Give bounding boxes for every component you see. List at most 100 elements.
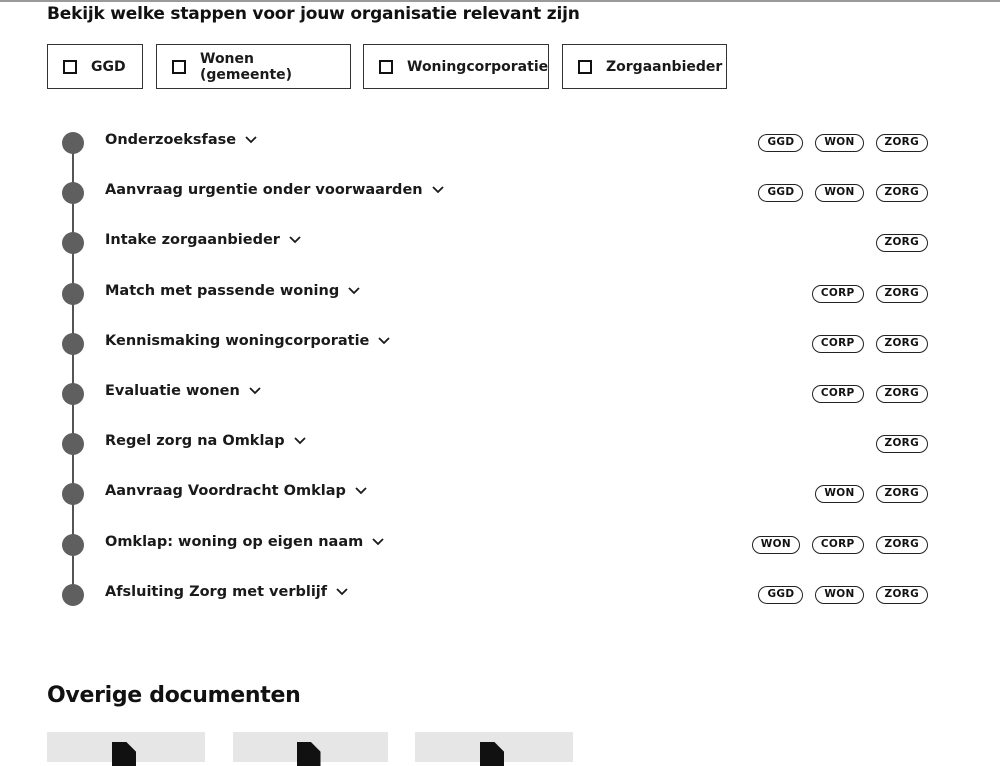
tag-badge: ZORG: [875, 234, 928, 253]
chevron-down-icon: [336, 588, 348, 596]
timeline-dot: [62, 383, 84, 405]
step-title: Intake zorgaanbieder: [105, 232, 280, 249]
step-tags: GGD WON ZORG: [758, 184, 928, 203]
tag-badge: WON: [815, 585, 864, 604]
document-card-2[interactable]: [233, 732, 388, 766]
filter-label-ggd: GGD: [91, 58, 126, 75]
chevron-down-icon: [245, 136, 257, 144]
filter-heading: Bekijk welke stappen voor jouw organisat…: [47, 4, 580, 24]
filter-label-wonen-gemeente: Wonen (gemeente): [200, 50, 293, 83]
tag-badge: ZORG: [875, 585, 928, 604]
document-card-3[interactable]: [415, 732, 573, 766]
step-title: Onderzoeksfase: [105, 132, 237, 148]
filter-wonen-gemeente[interactable]: Wonen (gemeente): [156, 44, 351, 89]
filter-label-zorgaanbieder: Zorgaanbieder: [606, 58, 723, 75]
tag-badge: CORP: [811, 385, 864, 403]
filter-ggd[interactable]: GGD: [47, 44, 143, 89]
chevron-down-icon: [293, 437, 306, 445]
document-icon: [480, 742, 504, 766]
step-toggle[interactable]: Omklap: woning op eigen naam: [105, 534, 385, 550]
step-tags: ZORG: [875, 234, 928, 253]
step-tags: CORP ZORG: [811, 334, 928, 353]
tag-badge: ZORG: [875, 385, 928, 403]
checkbox-ggd[interactable]: [63, 59, 77, 74]
step-title: Omklap: woning op eigen naam: [105, 533, 364, 550]
step-title: Kennismaking woningcorporatie: [105, 332, 370, 349]
chevron-down-icon: [372, 537, 384, 545]
tag-badge: CORP: [811, 334, 864, 353]
timeline-step: Intake zorgaanbieder ZORG: [0, 220, 1000, 270]
step-toggle[interactable]: Regel zorg na Omklap: [105, 433, 307, 449]
checkbox-wonen-gemeente[interactable]: [172, 59, 186, 74]
chevron-down-icon: [378, 337, 391, 345]
tag-badge: GGD: [758, 184, 804, 203]
tag-badge: GGD: [758, 585, 804, 604]
document-icon: [112, 742, 136, 766]
timeline-dot: [62, 583, 84, 606]
step-toggle[interactable]: Onderzoeksfase: [105, 132, 258, 148]
step-toggle[interactable]: Aanvraag urgentie onder voorwaarden: [105, 182, 445, 198]
timeline-dot: [62, 332, 84, 355]
step-toggle[interactable]: Evaluatie wonen: [105, 383, 262, 399]
tag-badge: CORP: [811, 535, 864, 554]
tag-badge: WON: [751, 535, 800, 554]
timeline-step: Kennismaking woningcorporatie CORP ZORG: [0, 321, 1000, 371]
document-card-1[interactable]: [47, 732, 205, 766]
step-title: Aanvraag urgentie onder voorwaarden: [105, 182, 423, 199]
step-tags: GGD WON ZORG: [758, 134, 928, 152]
step-toggle[interactable]: Aanvraag Voordracht Omklap: [105, 483, 368, 499]
top-divider: [0, 0, 1000, 2]
timeline-step: Match met passende woning CORP ZORG: [0, 271, 1000, 321]
step-toggle[interactable]: Intake zorgaanbieder: [105, 232, 302, 248]
tag-badge: ZORG: [875, 284, 928, 303]
tag-badge: ZORG: [875, 134, 928, 152]
step-tags: ZORG: [875, 435, 928, 454]
chevron-down-icon: [431, 186, 444, 194]
step-title: Match met passende woning: [105, 282, 340, 299]
step-title: Aanvraag Voordracht Omklap: [105, 483, 346, 500]
checkbox-woningcorporatie[interactable]: [379, 59, 393, 74]
tag-badge: CORP: [811, 284, 864, 303]
timeline-step: Onderzoeksfase GGD WON ZORG: [0, 120, 1000, 170]
tag-badge: WON: [815, 134, 864, 152]
timeline-dot: [62, 232, 84, 255]
tag-badge: ZORG: [875, 535, 928, 554]
timeline-dot: [62, 483, 84, 506]
timeline-dot: [62, 132, 84, 154]
step-tags: WON ZORG: [815, 485, 928, 504]
filter-woningcorporatie[interactable]: Woningcorporatie: [363, 44, 549, 89]
filter-label-woningcorporatie: Woningcorporatie: [407, 58, 549, 75]
chevron-down-icon: [249, 387, 261, 395]
timeline-step: Evaluatie wonen CORP ZORG: [0, 371, 1000, 421]
chevron-down-icon: [289, 236, 301, 244]
step-title: Regel zorg na Omklap: [105, 433, 285, 450]
timeline-dot: [62, 433, 84, 456]
step-tags: WON CORP ZORG: [751, 535, 928, 554]
tag-badge: ZORG: [875, 485, 928, 504]
timeline-step: Aanvraag urgentie onder voorwaarden GGD WO…: [0, 170, 1000, 220]
step-tags: CORP ZORG: [811, 385, 928, 403]
other-documents-heading: Overige documenten: [47, 683, 301, 708]
checkbox-zorgaanbieder[interactable]: [578, 59, 592, 74]
document-icon: [296, 742, 321, 766]
timeline-step: Regel zorg na Omklap ZORG: [0, 421, 1000, 471]
timeline-step: Omklap: woning op eigen naam WON CORP ZORG: [0, 522, 1000, 572]
tag-badge: WON: [815, 485, 864, 504]
step-toggle[interactable]: Kennismaking woningcorporatie: [105, 333, 391, 349]
tag-badge: ZORG: [875, 435, 928, 454]
timeline-step: Aanvraag Voordracht Omklap WON ZORG: [0, 471, 1000, 521]
timeline-dot: [62, 533, 84, 556]
step-title: Evaluatie wonen: [105, 383, 240, 399]
step-tags: CORP ZORG: [811, 284, 928, 303]
tag-badge: ZORG: [875, 334, 928, 353]
tag-badge: ZORG: [875, 184, 928, 203]
chevron-down-icon: [355, 487, 367, 495]
timeline-step: Afsluiting Zorg met verblijf GGD WON ZORG: [0, 572, 1000, 622]
step-toggle[interactable]: Afsluiting Zorg met verblijf: [105, 584, 349, 600]
tag-badge: WON: [815, 184, 864, 203]
step-title: Afsluiting Zorg met verblijf: [105, 583, 328, 600]
step-toggle[interactable]: Match met passende woning: [105, 283, 361, 299]
tag-badge: GGD: [758, 134, 804, 152]
chevron-down-icon: [348, 286, 360, 294]
filter-zorgaanbieder[interactable]: Zorgaanbieder: [562, 44, 727, 89]
